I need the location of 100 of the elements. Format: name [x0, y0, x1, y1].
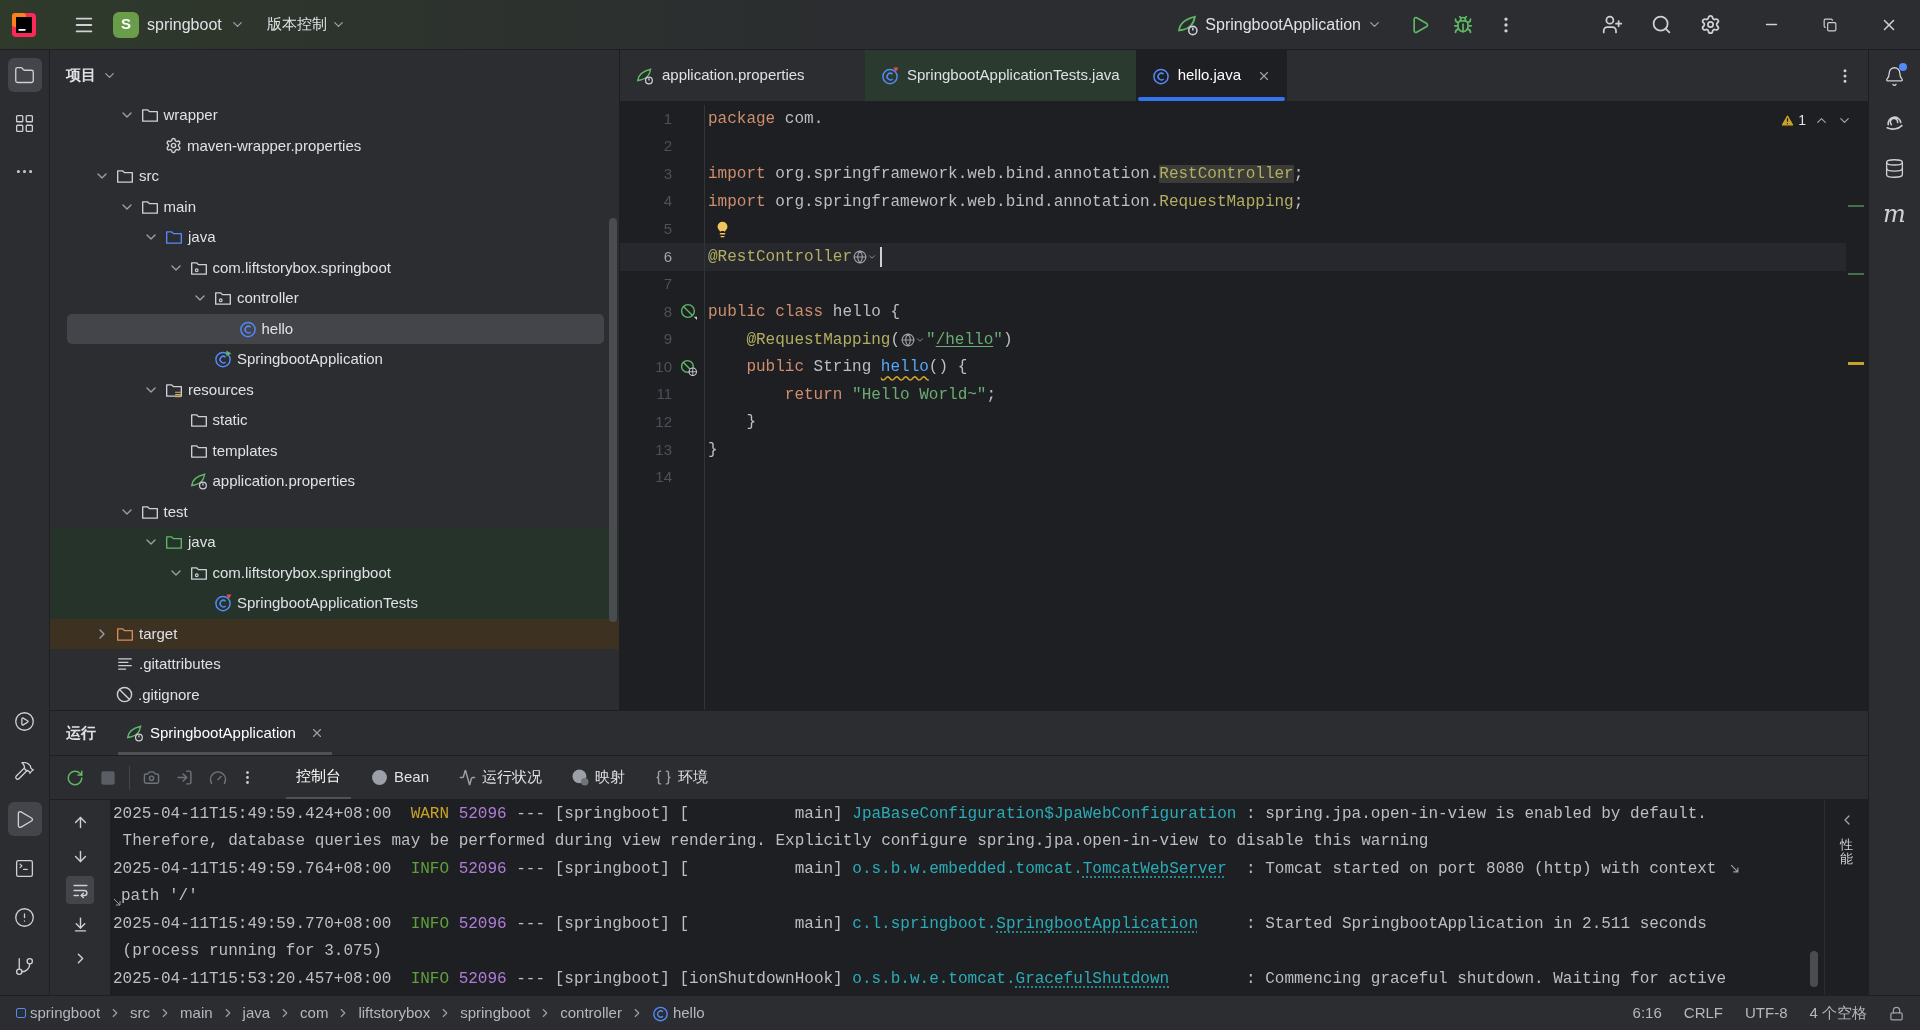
tree-item[interactable]: java — [67, 527, 604, 558]
folder-icon — [189, 411, 208, 430]
tree-item[interactable]: .gitattributes — [67, 649, 604, 680]
editor-tab[interactable]: hello.java — [1135, 50, 1288, 101]
project-switcher[interactable]: S springboot — [113, 11, 245, 38]
tree-item[interactable]: SpringbootApplicationTests — [67, 588, 604, 619]
folder-icon — [140, 106, 159, 125]
console-tool-button[interactable] — [66, 876, 94, 904]
tree-item[interactable]: com.liftstorybox.springboot — [67, 557, 604, 588]
change-mark — [1848, 273, 1864, 275]
branch-icon[interactable] — [14, 955, 35, 977]
run-configuration-selector[interactable]: SpringbootApplication — [1177, 12, 1382, 37]
grid-icon[interactable] — [14, 112, 35, 134]
breadcrumb[interactable]: springboot — [460, 1001, 531, 1025]
code-text: } — [708, 439, 718, 461]
view-tab[interactable]: 环境 — [645, 756, 719, 799]
class-icon — [1151, 66, 1170, 85]
code-text: public class hello { — [708, 301, 901, 323]
folder-icon — [116, 167, 134, 186]
code-text: @RestController — [708, 246, 853, 268]
leaf-icon — [189, 472, 208, 491]
breadcrumb[interactable]: main — [180, 1001, 213, 1025]
status-item[interactable]: UTF-8 — [1745, 1001, 1788, 1025]
change-mark — [1848, 205, 1864, 207]
add-user-icon[interactable] — [1602, 14, 1623, 35]
tool-window-button[interactable] — [7, 802, 42, 836]
tree-item[interactable]: controller — [67, 283, 604, 314]
editor-tab[interactable]: SpringbootApplicationTests.java — [865, 50, 1136, 101]
code-text: } — [745, 412, 756, 434]
tree-item[interactable]: wrapper — [67, 100, 604, 131]
run-icon[interactable] — [1410, 14, 1430, 35]
view-tab[interactable]: Bean — [361, 756, 440, 799]
package-icon — [214, 289, 232, 308]
tree-item[interactable]: src — [67, 161, 604, 192]
breadcrumb[interactable]: springboot — [16, 1001, 101, 1025]
alert-icon[interactable] — [14, 906, 35, 928]
hammer-icon[interactable] — [14, 759, 35, 781]
tree-item[interactable]: target — [67, 618, 604, 649]
tree-item[interactable]: com.liftstorybox.springboot — [67, 252, 604, 283]
tree-item[interactable]: static — [67, 405, 604, 436]
tree-item[interactable]: java — [67, 222, 604, 253]
gauge-icon[interactable] — [209, 768, 227, 787]
view-tab[interactable]: 运行状况 — [449, 756, 553, 799]
editor-tab[interactable]: application.properties — [620, 50, 865, 101]
log-line: 2025-04-11T15:49:59.424+08:00 WARN 52096 --- [springboot] [ main] JpaBaseConfiguration$JpaWebConfiguration : spring.jpa.open-in-view is enabled by default. — [113, 803, 1707, 825]
breadcrumb[interactable]: controller — [560, 1001, 622, 1025]
ban-icon — [116, 686, 133, 704]
globe-dropdown-icon[interactable] — [901, 332, 926, 347]
leaf-icon — [1177, 13, 1200, 36]
status-item[interactable]: 4 个空格 — [1809, 1001, 1867, 1025]
log-line: 2025-04-11T15:49:59.770+08:00 INFO 52096 --- [springboot] [ main] c.l.springboot.SpringbootApplication : Started SpringbootApplication in 2.511 seconds — [113, 913, 1707, 935]
search-icon[interactable] — [1651, 14, 1672, 35]
vcs-menu[interactable]: 版本控制 — [266, 13, 346, 36]
mapping-icon — [572, 769, 590, 786]
app-logo — [12, 12, 36, 37]
exit-icon[interactable] — [176, 769, 193, 786]
breadcrumb[interactable]: com — [300, 1001, 329, 1025]
folder-icon — [165, 228, 183, 247]
run-tab[interactable]: SpringbootApplication — [118, 711, 332, 755]
code-text: import org.springframework.web.bind.annotation.RestController; — [708, 163, 1304, 185]
code-text: return "Hello World~"; — [783, 384, 997, 406]
tree-item[interactable]: maven-wrapper.properties — [67, 130, 604, 161]
tree-item[interactable]: resources — [67, 374, 604, 405]
class-icon — [881, 66, 899, 85]
terminal-icon[interactable] — [14, 857, 35, 879]
status-item[interactable]: 6:16 — [1632, 1001, 1662, 1025]
class-icon — [651, 1004, 669, 1022]
warning-indicator[interactable]: 1 — [1780, 110, 1806, 131]
console-text: Therefore, database queries may be performed during view rendering. Explicitly configure spring.jpa.open-in-view to disable this warning — [121, 831, 1429, 853]
tree-item[interactable]: main — [67, 191, 604, 222]
settings-icon[interactable] — [1700, 14, 1721, 35]
maven-button[interactable]: m — [1878, 198, 1911, 230]
tree-item[interactable]: application.properties — [67, 466, 604, 497]
side-tab[interactable]: 性能 — [1840, 838, 1853, 867]
camera-icon[interactable] — [143, 769, 160, 786]
globe-dropdown-icon[interactable] — [853, 249, 878, 264]
tree-item[interactable]: test — [67, 496, 604, 527]
debug-icon[interactable] — [1453, 14, 1473, 35]
tool-window-button[interactable] — [7, 58, 42, 92]
tree-item[interactable]: templates — [67, 435, 604, 466]
status-item[interactable]: CRLF — [1683, 1001, 1723, 1025]
breadcrumb[interactable]: hello — [651, 1001, 705, 1025]
tree-item[interactable]: hello — [67, 313, 604, 344]
panel-title[interactable]: 项目 — [66, 63, 117, 87]
lock-icon[interactable] — [1889, 1005, 1904, 1021]
tree-item[interactable]: .gitignore — [67, 679, 604, 710]
tree-item[interactable]: SpringbootApplication — [67, 344, 604, 375]
play-circle-icon[interactable] — [14, 710, 35, 732]
breadcrumb[interactable]: src — [130, 1001, 151, 1025]
console-text: path '/' — [121, 886, 198, 908]
breadcrumb[interactable]: liftstorybox — [358, 1001, 431, 1025]
view-tab[interactable]: 映射 — [562, 756, 636, 799]
log-line: 2025-04-11T15:53:20.457+08:00 INFO 52096 --- [springboot] [ionShutdownHook] o.s.b.w.e.tomcat.GracefulShutdown : Commencing graceful shutdown. Waiting for active — [113, 968, 1727, 990]
restore-icon[interactable] — [1823, 17, 1837, 32]
folder-icon[interactable] — [14, 64, 35, 86]
code-text: import org.springframework.web.bind.annotation.RequestMapping; — [708, 191, 1304, 213]
leaf-icon — [126, 724, 144, 742]
rerun-icon[interactable] — [66, 768, 84, 787]
scrollbar-thumb — [1810, 951, 1818, 987]
breadcrumb[interactable]: java — [242, 1001, 271, 1025]
